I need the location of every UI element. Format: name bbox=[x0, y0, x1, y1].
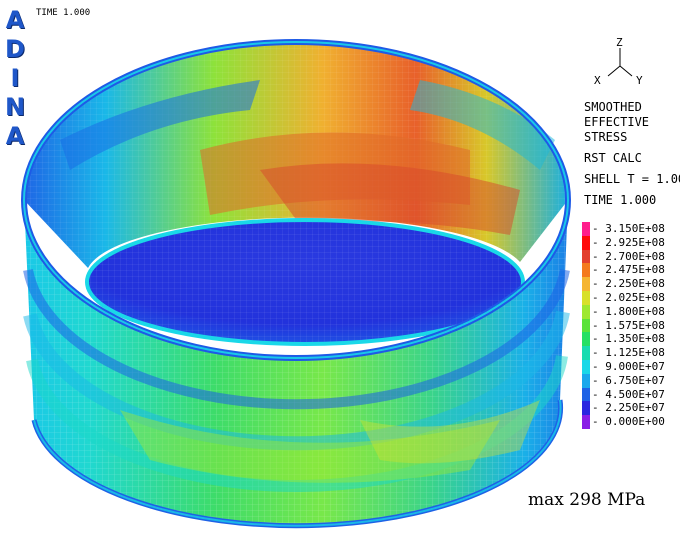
result-info: SMOOTHED EFFECTIVE STRESS RST CALC SHELL… bbox=[584, 100, 680, 208]
legend-swatch bbox=[582, 373, 590, 389]
legend-label: 1.125E+08 bbox=[592, 347, 665, 358]
legend-swatch bbox=[582, 222, 590, 237]
legend-label: 4.500E+07 bbox=[592, 389, 665, 400]
legend-swatch bbox=[582, 277, 590, 292]
legend-label: 0.000E+00 bbox=[592, 416, 665, 427]
logo-letter: I bbox=[10, 64, 20, 92]
legend-label: 6.750E+07 bbox=[592, 375, 665, 386]
legend-swatch bbox=[582, 360, 590, 375]
max-stress-label: max 298 MPa bbox=[528, 490, 646, 510]
legend-label: 2.025E+08 bbox=[592, 292, 665, 303]
legend-label: 2.700E+08 bbox=[592, 251, 665, 262]
legend-swatch bbox=[582, 235, 590, 251]
legend-swatch bbox=[582, 332, 590, 347]
info-line: SMOOTHED bbox=[584, 100, 642, 114]
legend-swatch bbox=[582, 263, 590, 278]
info-time-label: TIME 1.000 bbox=[584, 193, 657, 207]
adina-logo: A D I N A bbox=[4, 6, 26, 151]
legend-label: 2.475E+08 bbox=[592, 264, 665, 275]
logo-letter: A bbox=[5, 6, 25, 34]
legend-label: 2.250E+08 bbox=[592, 278, 665, 289]
legend-label: 2.250E+07 bbox=[592, 402, 665, 413]
calc-label: RST CALC bbox=[584, 151, 642, 165]
legend-label: 1.575E+08 bbox=[592, 320, 665, 331]
legend-swatch bbox=[582, 304, 590, 320]
legend-swatch bbox=[582, 387, 590, 402]
legend-label: 3.150E+08 bbox=[592, 223, 665, 234]
info-line: EFFECTIVE bbox=[584, 115, 650, 129]
info-line: STRESS bbox=[584, 130, 628, 144]
axis-triad-icon: Z X Y bbox=[594, 36, 643, 87]
stress-legend: 3.150E+08 2.925E+08 2.700E+08 2.475E+08 2.25… bbox=[582, 222, 678, 442]
time-label: TIME 1.000 bbox=[36, 8, 91, 18]
shell-label: SHELL T = 1.00 bbox=[584, 172, 680, 186]
legend-swatch bbox=[582, 291, 590, 306]
tank-stress-plot bbox=[21, 39, 571, 529]
legend-swatch bbox=[582, 318, 590, 333]
axis-x-label: X bbox=[594, 74, 601, 87]
logo-letter: D bbox=[5, 35, 25, 63]
legend-label: 1.350E+08 bbox=[592, 333, 665, 344]
legend-swatch bbox=[582, 415, 590, 430]
logo-letter: A bbox=[5, 122, 25, 150]
logo-letter: N bbox=[4, 93, 26, 121]
legend-label: 1.800E+08 bbox=[592, 306, 665, 317]
legend-label: 2.925E+08 bbox=[592, 237, 665, 248]
legend-swatch bbox=[582, 346, 590, 361]
axis-y-label: Y bbox=[636, 74, 643, 87]
legend-label: 9.000E+07 bbox=[592, 361, 665, 372]
legend-swatch bbox=[582, 249, 590, 264]
axis-z-label: Z bbox=[616, 36, 623, 49]
legend-swatch bbox=[582, 401, 590, 416]
